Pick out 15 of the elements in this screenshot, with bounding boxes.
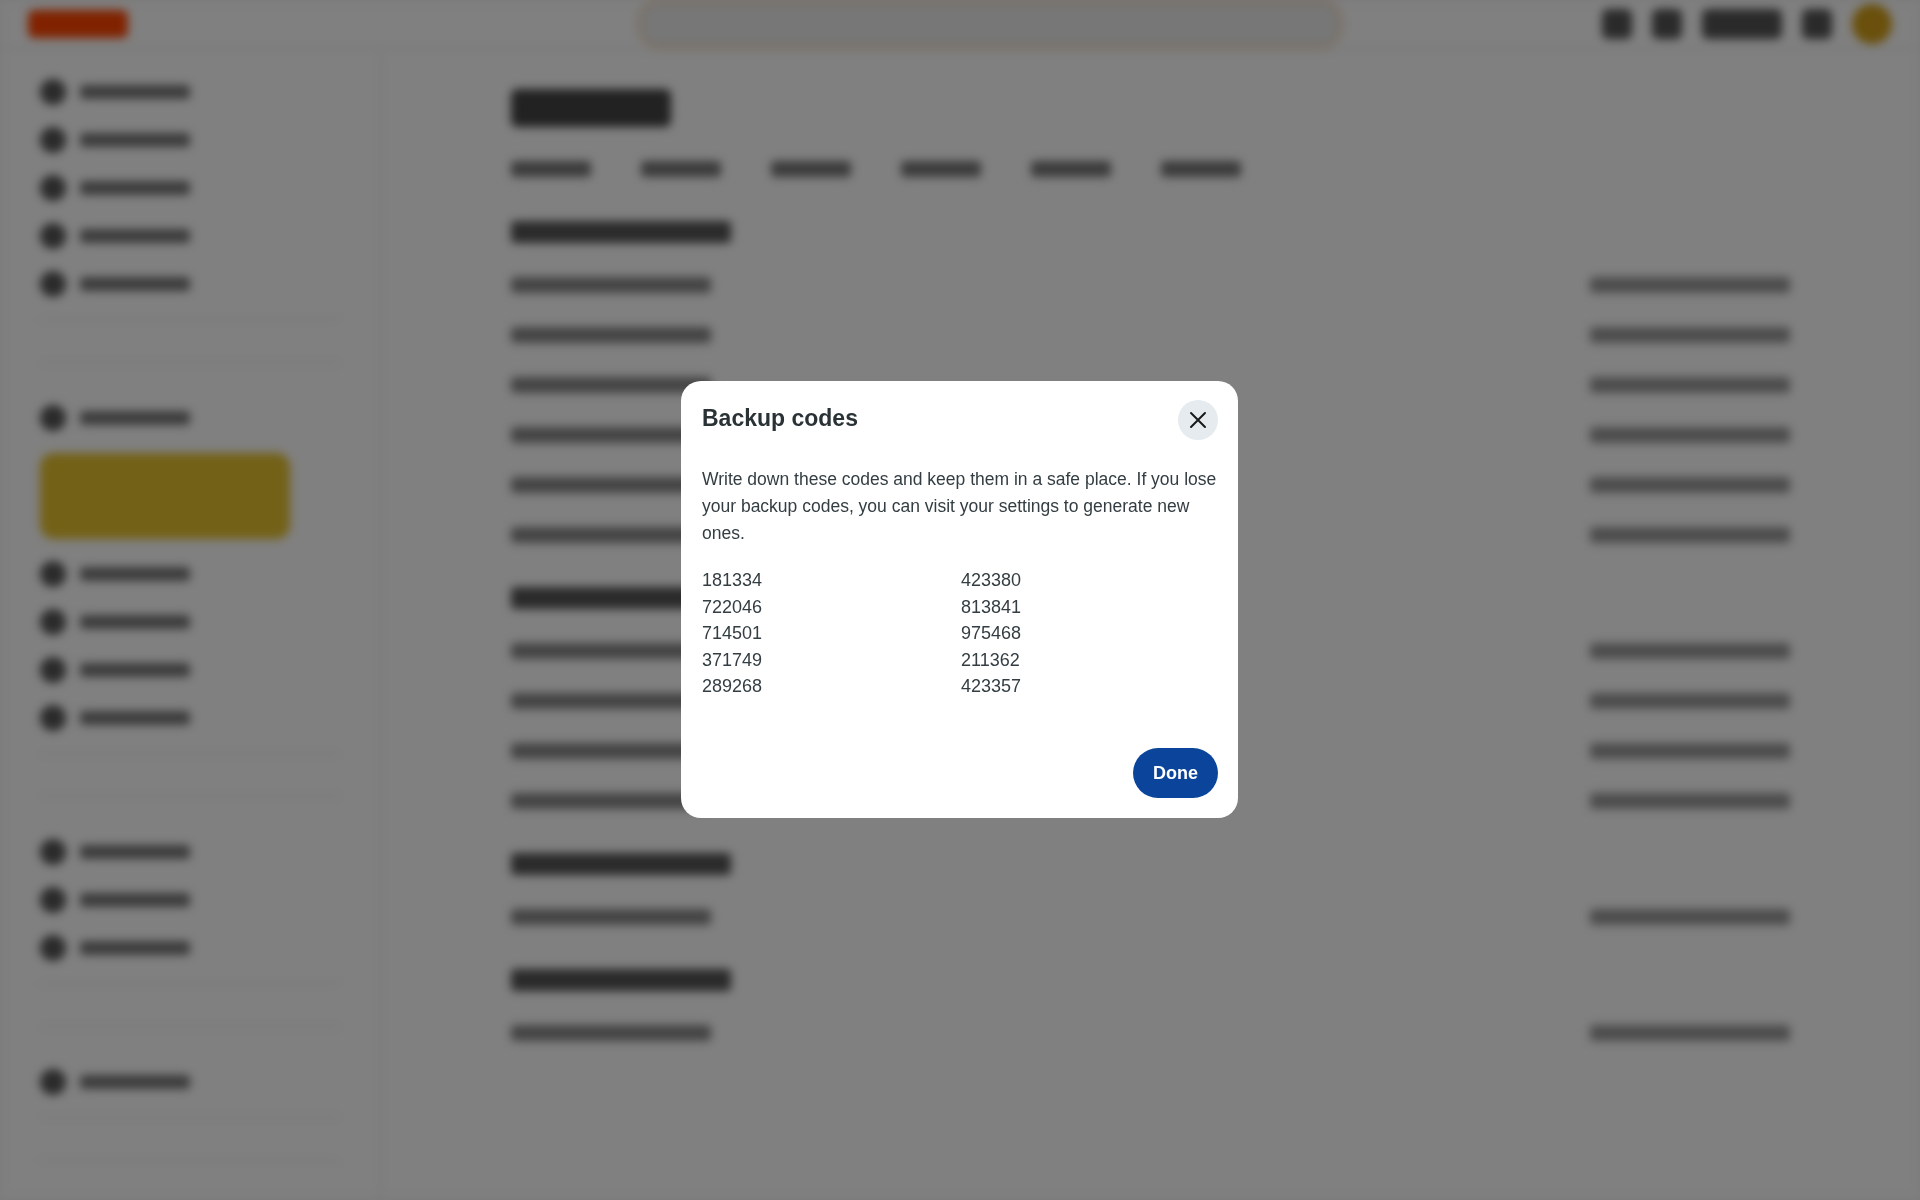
backup-code: 714501 xyxy=(702,622,763,646)
dialog-message: Write down these codes and keep them in a safe place. If you lose your backup codes, you can visit your settings to generate new ones. xyxy=(702,468,1218,545)
dialog-title: Backup codes xyxy=(702,405,858,432)
done-button[interactable]: Done xyxy=(1133,748,1218,798)
backup-code: 289268 xyxy=(702,675,763,699)
backup-code: 722046 xyxy=(702,595,763,619)
backup-code: 423357 xyxy=(961,675,1022,699)
backup-code: 181334 xyxy=(702,569,763,592)
backup-code: 975468 xyxy=(961,622,1022,646)
backup-code: 371749 xyxy=(702,648,763,672)
close-button[interactable] xyxy=(1178,400,1218,440)
close-icon xyxy=(1189,411,1207,429)
backup-code: 211362 xyxy=(961,648,1020,672)
backup-code: 813841 xyxy=(961,595,1022,619)
backup-code: 423380 xyxy=(961,569,1022,592)
